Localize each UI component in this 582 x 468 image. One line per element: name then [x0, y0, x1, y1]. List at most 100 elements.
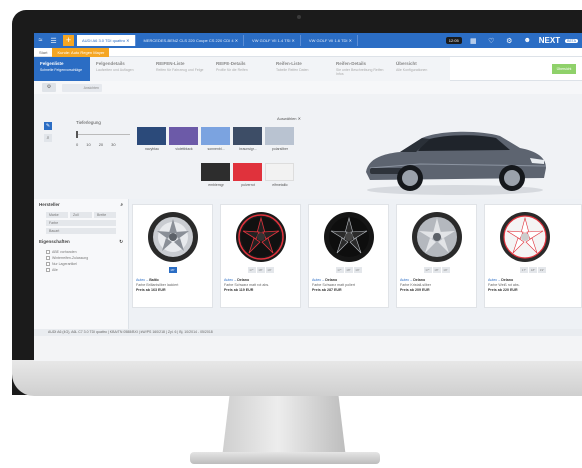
customer-tab[interactable]: Kunde: Auto Regen Mayer	[52, 47, 110, 57]
color-label: navyblau	[144, 147, 159, 151]
step-uebersicht[interactable]: Übersicht Alle Konfigurationen	[390, 57, 450, 81]
product-card[interactable]: 17" 18" 19" Autec – Delano Farbe Weiß rot …	[484, 204, 582, 308]
tab-vehicle-3[interactable]: VW GOLF VII 1.4 TSI ✕	[247, 35, 301, 46]
step-title: Reifen-Liste	[276, 61, 302, 66]
empty-lower-area	[34, 336, 582, 361]
tab-vehicle-4[interactable]: VW GOLF VII 1.6 TDI ✕	[304, 35, 358, 46]
product-model: Delano	[501, 278, 514, 282]
size-option[interactable]: 16"	[168, 267, 177, 273]
step-subtitle: Alle Konfigurationen	[396, 68, 428, 72]
filter-checkbox[interactable]: Nur Lagerartikel	[46, 262, 116, 266]
filter-checkbox[interactable]: ABE vorhanden	[46, 250, 116, 254]
product-model: Delano	[413, 278, 426, 282]
step-felgenliste[interactable]: Felgenliste Schnelle Felgenvorschläge	[34, 57, 90, 81]
checkbox[interactable]	[46, 256, 50, 260]
slider-handle[interactable]	[76, 131, 78, 138]
tick: 20	[98, 142, 104, 147]
color-swatch[interactable]	[233, 127, 262, 145]
size-option[interactable]: 17"	[423, 267, 432, 273]
color-label: emblemgr	[208, 183, 224, 187]
size-option[interactable]: 17"	[335, 267, 344, 273]
size-option[interactable]: 19"	[353, 267, 362, 273]
width-select[interactable]: Breite	[94, 212, 116, 218]
slider-label: Tieferlegung	[76, 120, 101, 125]
checkbox[interactable]	[46, 268, 50, 272]
color-label: elfmetallic	[272, 183, 288, 187]
sub-bar: Start Kunde: Auto Regen Mayer	[34, 47, 582, 57]
product-card[interactable]: 16" Autec – Baltic Farbe Brillantsilber …	[132, 204, 213, 308]
add-tab-button[interactable]: +	[63, 35, 74, 46]
product-model: Baltic	[149, 278, 159, 282]
size-option[interactable]: 19"	[265, 267, 274, 273]
product-info: Autec – Baltic Farbe Brillantsilber lack…	[136, 278, 178, 294]
settings-icon[interactable]: ⚙	[503, 37, 516, 45]
color-swatch[interactable]	[201, 127, 230, 145]
type-select[interactable]: Bauart	[46, 228, 116, 234]
edit-icon[interactable]: ✎	[44, 122, 52, 130]
slider-ticks: 0 10 20 30	[76, 142, 116, 147]
color-swatch[interactable]	[265, 163, 294, 181]
step-reifen-liste-2[interactable]: Reifen-Liste Tabelle Reifen Daten	[270, 57, 330, 81]
manufacturer-label: Hersteller	[39, 202, 60, 207]
brand-select[interactable]: Marke	[46, 212, 68, 218]
properties-header: Eigenschaften ↻	[34, 236, 128, 248]
color-swatch[interactable]	[169, 127, 198, 145]
checkbox[interactable]	[46, 262, 50, 266]
checkbox[interactable]	[46, 250, 50, 254]
size-option[interactable]: 17"	[520, 267, 528, 273]
size-option[interactable]: 19"	[538, 267, 546, 273]
step-reifen-details[interactable]: Reifen-Details Sie unter Beschreibung Re…	[330, 57, 390, 81]
step-reife-details[interactable]: REIFE-Details Profile für die Reifen	[210, 57, 270, 81]
color-swatch[interactable]	[201, 163, 230, 181]
product-card[interactable]: 17" 18" 19" Autec – Delano Farbe Kristall-…	[396, 204, 477, 308]
product-card[interactable]: 17" 18" 19" Autec – Delano Farbe Schwarz m…	[220, 204, 301, 308]
rim-product-grid: 16" Autec – Baltic Farbe Brillantsilber …	[132, 204, 582, 319]
calendar-icon[interactable]: ▦	[467, 37, 480, 45]
vehicle-status-bar: AUDI A6 (4G), A6L C7 3.0 TDI quattro | K…	[34, 329, 582, 336]
color-swatch[interactable]	[137, 127, 166, 145]
filter-checkbox[interactable]: Alle	[46, 268, 116, 272]
user-icon[interactable]: ☻	[521, 37, 534, 44]
step-subtitle: Sie unter Beschreibung Reifen Infos	[336, 68, 384, 76]
product-model: Delano	[325, 278, 338, 282]
filter-checkbox[interactable]: Winterreifen-Zulassung	[46, 256, 116, 260]
size-option[interactable]: 18"	[256, 267, 265, 273]
product-card[interactable]: 17" 18" 19" Autec – Delano Farbe Schwarz m…	[308, 204, 389, 308]
refresh-icon[interactable]: ↻	[119, 239, 123, 245]
lowering-slider: Tieferlegung 0 10 20 30	[64, 120, 134, 160]
rim-image	[236, 212, 286, 262]
size-option[interactable]: 18"	[529, 267, 537, 273]
color-swatch[interactable]	[265, 127, 294, 145]
step-title: Felgenliste	[40, 61, 64, 66]
step-reifen-liste[interactable]: REIFEN-Liste Reifen für Fahrzeug und Fel…	[150, 57, 210, 81]
step-title: Felgendetails	[96, 61, 125, 66]
tab-vehicle-2[interactable]: MERCEDES-BENZ CLS 220 Coupe CS 220 CDI 4…	[139, 35, 245, 46]
slider-track[interactable]	[76, 134, 130, 135]
size-option[interactable]: 18"	[432, 267, 441, 273]
top-bar-right: 12:05 ▦ ♡ ⚙ ☻ NEXT BETA	[445, 36, 582, 45]
wifi-icon[interactable]: ≈	[34, 37, 47, 44]
vehicle-configurator: ✎ ⌕ Tieferlegung 0 10 20 30 Auswählen ✕ …	[34, 94, 582, 199]
settings-icon[interactable]: ⚙	[42, 83, 56, 92]
size-options: 17" 18" 19"	[397, 267, 476, 273]
size-option[interactable]: 17"	[247, 267, 256, 273]
inch-select[interactable]: Zoll	[70, 212, 92, 218]
product-info: Autec – Delano Farbe Schwarz matt polier…	[312, 278, 355, 294]
step-felgendetails[interactable]: Felgendetails Laufzeiten und Auflagen	[90, 57, 150, 81]
product-brand: Autec	[136, 278, 146, 282]
menu-icon[interactable]: ☰	[47, 37, 60, 45]
search-icon[interactable]: ⌕	[120, 202, 123, 207]
zoom-icon[interactable]: ⌕	[44, 134, 52, 142]
start-tab[interactable]: Start	[34, 48, 52, 57]
view-button[interactable]: Ansichten	[62, 83, 102, 92]
overview-button[interactable]: Übersicht	[552, 64, 576, 74]
select-colors[interactable]: Auswählen ✕	[277, 116, 301, 121]
product-price: Preis ab 220 EUR	[488, 288, 518, 293]
size-option[interactable]: 19"	[441, 267, 450, 273]
color-select[interactable]: Farbe	[46, 220, 116, 226]
bell-icon[interactable]: ♡	[485, 37, 498, 45]
step-title: Übersicht	[396, 61, 417, 66]
tab-vehicle-1[interactable]: AUDI A6 3.0 TDI quattro ✕	[77, 35, 136, 46]
size-option[interactable]: 18"	[344, 267, 353, 273]
color-swatch[interactable]	[233, 163, 262, 181]
